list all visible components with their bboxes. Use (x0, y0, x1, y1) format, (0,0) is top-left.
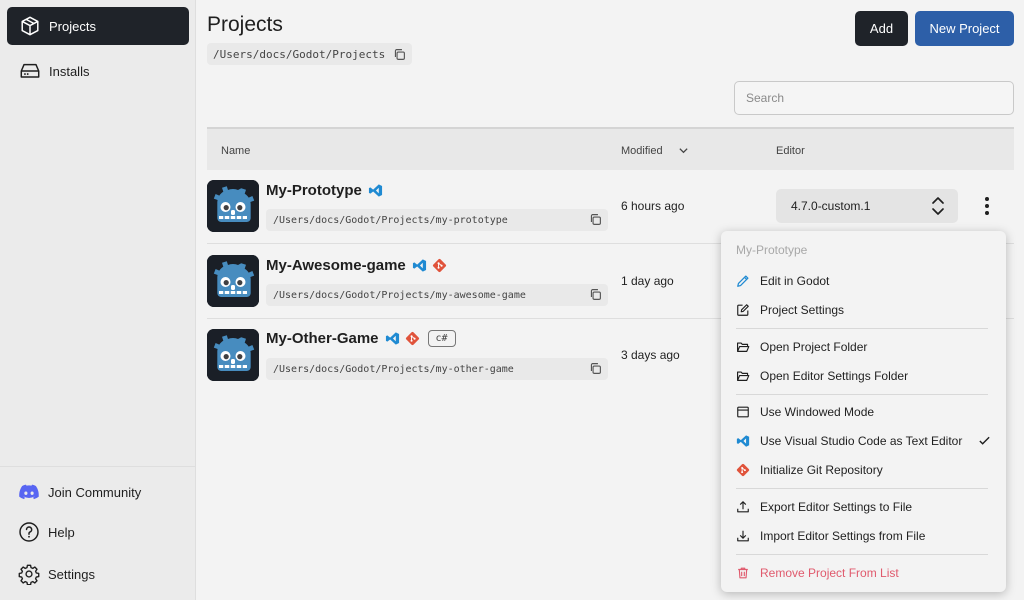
menu-item-edit-in-godot[interactable]: Edit in Godot (736, 270, 991, 292)
git-icon (736, 463, 750, 477)
menu-item-label: Use Windowed Mode (760, 405, 875, 419)
godot-project-icon (207, 180, 259, 232)
menu-item-label: Initialize Git Repository (760, 463, 883, 477)
chevron-down-icon (679, 148, 688, 154)
window-icon (737, 406, 749, 418)
project-path-text: /Users/docs/Godot/Projects/my-other-game (273, 363, 514, 375)
project-name-text: My-Awesome-game (266, 257, 406, 274)
project-modified: 6 hours ago (621, 199, 685, 213)
chevron-up-down-icon (932, 197, 944, 215)
project-path-text: /Users/docs/Godot/Projects/my-awesome-ga… (273, 289, 526, 301)
menu-item-label: Open Editor Settings Folder (760, 369, 909, 383)
menu-item-label: Export Editor Settings to File (760, 500, 913, 514)
copy-icon[interactable] (589, 288, 602, 301)
menu-item-label: Import Editor Settings from File (760, 529, 926, 543)
copy-icon[interactable] (393, 48, 406, 61)
folder-open-icon (736, 340, 750, 354)
project-path: /Users/docs/Godot/Projects/my-awesome-ga… (266, 284, 608, 306)
projects-path: /Users/docs/Godot/Projects (207, 43, 413, 65)
project-name: My-Other-Game c# (266, 330, 456, 347)
menu-divider (736, 328, 988, 329)
column-header-modified-label: Modified (621, 145, 663, 157)
download-icon (737, 530, 749, 542)
sidebar-divider (0, 466, 196, 467)
csharp-badge: c# (427, 330, 456, 347)
page-title: Projects (207, 13, 283, 36)
vscode-icon (385, 331, 400, 346)
copy-icon[interactable] (589, 362, 602, 375)
menu-item-initialize-git[interactable]: Initialize Git Repository (736, 459, 991, 481)
new-project-button[interactable]: New Project (915, 11, 1014, 46)
help-label: Help (48, 524, 75, 540)
git-icon (405, 331, 420, 346)
menu-item-use-vscode[interactable]: Use Visual Studio Code as Text Editor (736, 430, 991, 452)
menu-divider (736, 554, 988, 555)
menu-item-label: Use Visual Studio Code as Text Editor (760, 434, 963, 448)
project-modified: 1 day ago (621, 274, 674, 288)
projects-path-text: /Users/docs/Godot/Projects (213, 47, 386, 61)
cube-icon (21, 16, 39, 36)
gear-icon (18, 564, 40, 585)
project-name-text: My-Other-Game (266, 330, 379, 347)
sidebar-item-label: Installs (49, 63, 90, 79)
menu-divider (736, 488, 988, 489)
project-name: My-Prototype (266, 182, 383, 199)
menu-item-use-windowed-mode[interactable]: Use Windowed Mode (736, 401, 991, 423)
checkmark-icon (979, 436, 990, 445)
settings-link[interactable]: Settings (18, 563, 95, 585)
join-community-link[interactable]: Join Community (18, 481, 141, 503)
discord-icon (19, 484, 39, 500)
help-link[interactable]: Help (18, 521, 75, 543)
column-header-editor[interactable]: Editor (776, 145, 805, 157)
project-path: /Users/docs/Godot/Projects/my-other-game (266, 358, 608, 380)
join-community-label: Join Community (48, 484, 142, 500)
menu-item-project-settings[interactable]: Project Settings (736, 299, 991, 321)
project-name: My-Awesome-game (266, 257, 447, 274)
godot-project-icon (207, 329, 259, 381)
project-name-text: My-Prototype (266, 182, 362, 199)
menu-item-export-editor-settings[interactable]: Export Editor Settings to File (736, 496, 991, 518)
sidebar-item-installs[interactable]: Installs (7, 52, 189, 90)
column-header-name[interactable]: Name (221, 145, 250, 157)
godot-project-icon (207, 255, 259, 307)
git-icon (432, 258, 447, 273)
menu-item-import-editor-settings[interactable]: Import Editor Settings from File (736, 525, 991, 547)
search-input[interactable] (734, 81, 1014, 115)
menu-divider (736, 394, 988, 395)
project-path: /Users/docs/Godot/Projects/my-prototype (266, 209, 608, 231)
help-icon (19, 522, 39, 542)
vscode-icon (736, 434, 750, 448)
settings-label: Settings (48, 566, 95, 582)
editor-version-select[interactable]: 4.7.0-custom.1 (776, 189, 958, 223)
project-context-menu: My-Prototype Edit in Godot Project Setti… (721, 231, 1006, 592)
drive-icon (20, 63, 40, 78)
editor-version-value: 4.7.0-custom.1 (791, 199, 871, 213)
menu-item-label: Remove Project From List (760, 566, 899, 580)
column-header-modified[interactable]: Modified (621, 145, 689, 157)
menu-item-label: Open Project Folder (760, 340, 868, 354)
project-path-text: /Users/docs/Godot/Projects/my-prototype (273, 214, 508, 226)
edit-square-icon (737, 304, 749, 316)
trash-icon (738, 567, 748, 579)
menu-item-label: Project Settings (760, 303, 845, 317)
upload-icon (737, 501, 749, 513)
folder-open-icon (736, 369, 750, 383)
menu-item-remove-project[interactable]: Remove Project From List (736, 562, 991, 584)
pencil-icon (737, 275, 749, 287)
sidebar: Projects Installs Join Community Help Se… (0, 0, 196, 600)
sidebar-item-label: Projects (49, 18, 96, 34)
menu-item-open-editor-settings-folder[interactable]: Open Editor Settings Folder (736, 365, 991, 387)
vscode-icon (412, 258, 427, 273)
add-button[interactable]: Add (855, 11, 908, 46)
more-options-icon[interactable] (979, 193, 995, 219)
sidebar-item-projects[interactable]: Projects (7, 7, 189, 45)
table-header: Name Modified Editor (207, 127, 1014, 170)
menu-item-label: Edit in Godot (760, 274, 830, 288)
vscode-icon (368, 183, 383, 198)
menu-item-open-project-folder[interactable]: Open Project Folder (736, 336, 991, 358)
copy-icon[interactable] (589, 213, 602, 226)
context-menu-title: My-Prototype (736, 243, 808, 257)
project-modified: 3 days ago (621, 348, 680, 362)
